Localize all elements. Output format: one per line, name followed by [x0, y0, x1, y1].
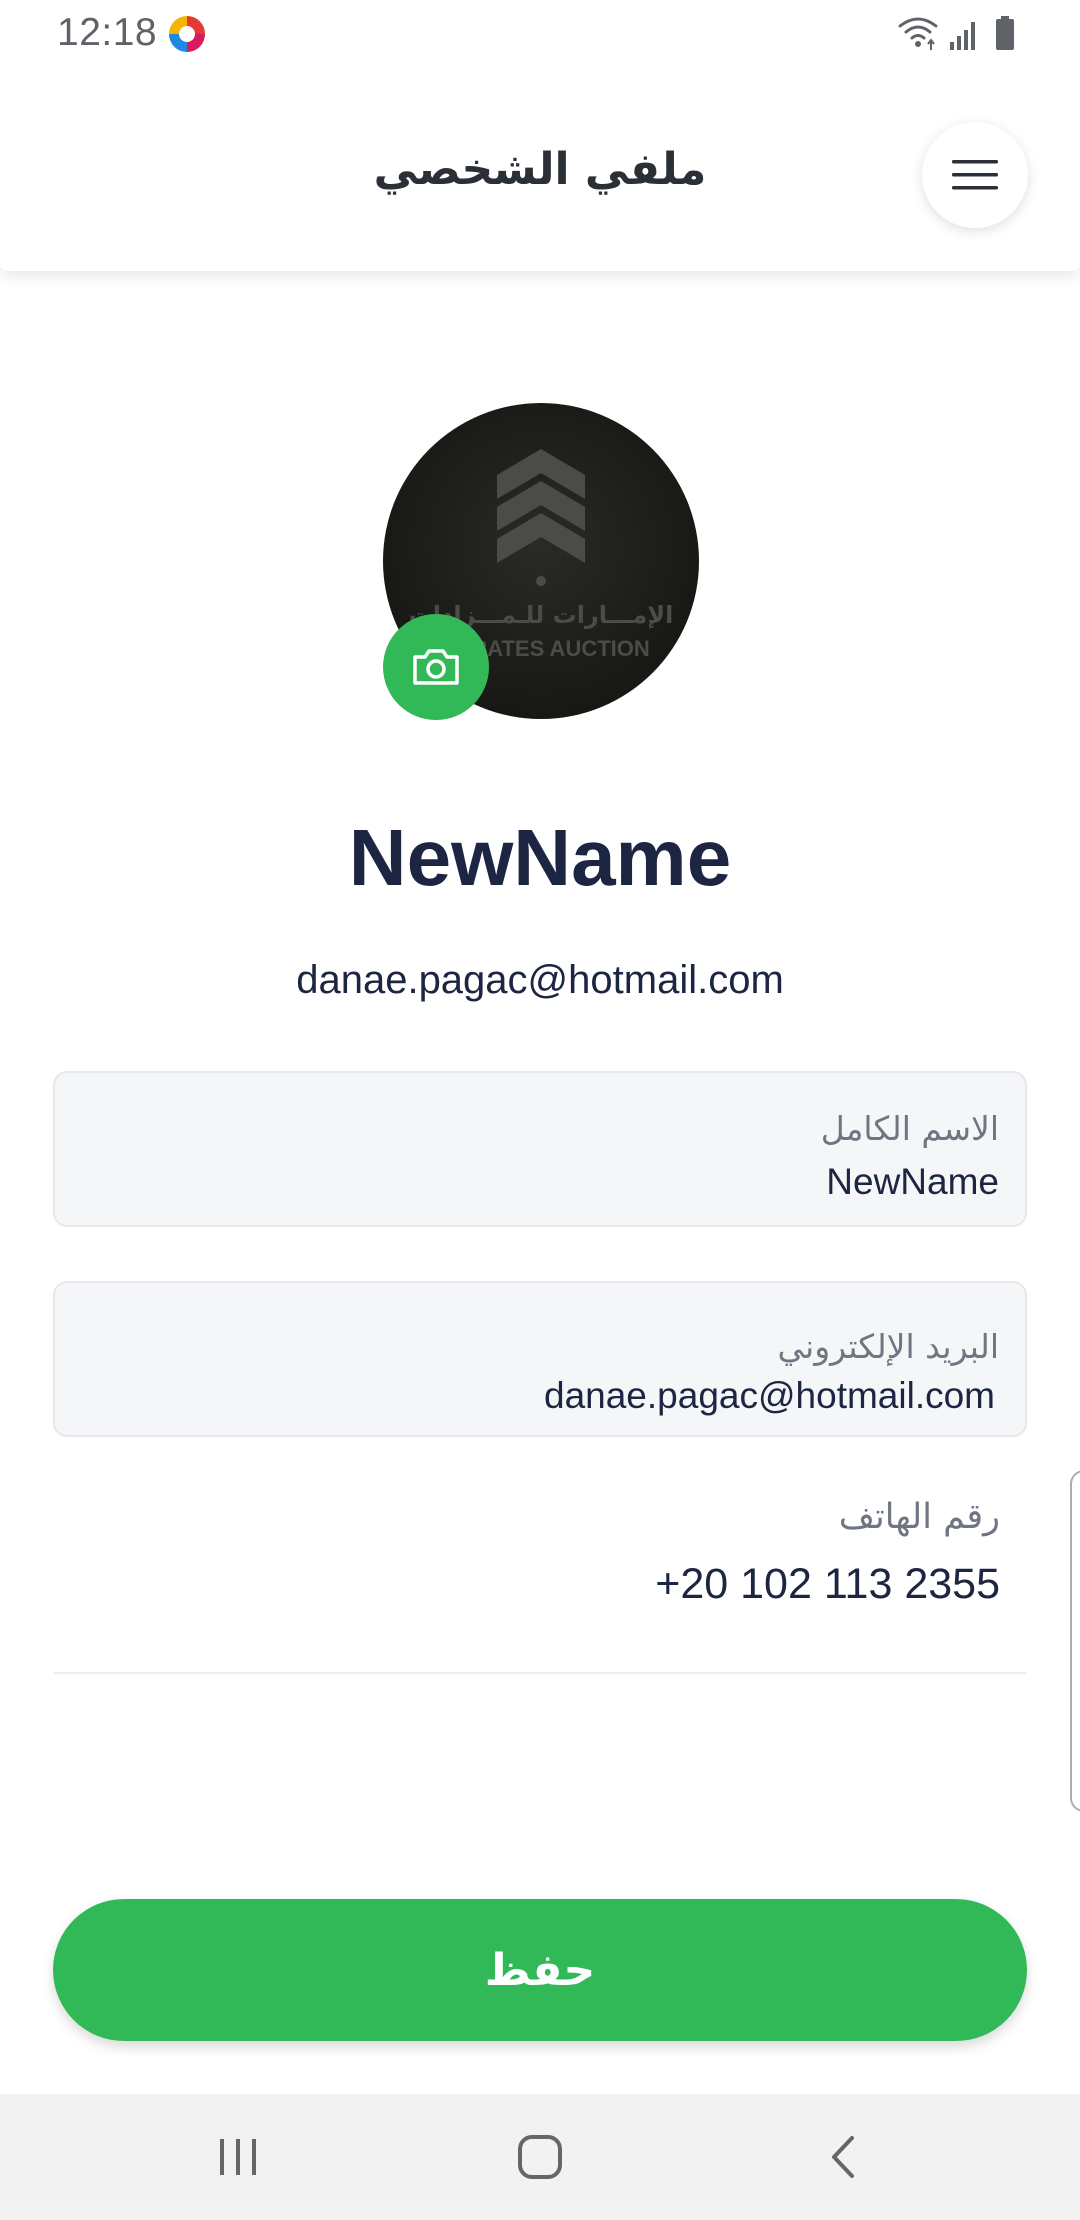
battery-icon	[996, 16, 1014, 50]
home-icon	[518, 2135, 562, 2179]
profile-screen: 12:18 ملفي الشخصي الإمـــارات للـمـــزاد…	[0, 0, 1080, 2220]
edge-panel-handle[interactable]	[1070, 1470, 1080, 1812]
recents-icon	[220, 2139, 256, 2175]
wifi-icon	[898, 17, 938, 40]
phone-input[interactable]: +20 102 113 2355	[655, 1560, 1000, 1609]
app-header: ملفي الشخصي	[0, 66, 1080, 271]
colorful-circle-icon	[169, 16, 205, 52]
page-title: ملفي الشخصي	[373, 144, 707, 195]
menu-button[interactable]	[922, 122, 1028, 228]
email-field[interactable]: البريد الإلكتروني	[53, 1281, 1027, 1437]
hamburger-menu-icon	[952, 160, 998, 190]
back-button[interactable]	[808, 2126, 878, 2188]
email-input[interactable]	[95, 1375, 995, 1417]
change-photo-button[interactable]	[383, 614, 489, 720]
phone-label: رقم الهاتف	[838, 1497, 1000, 1537]
full-name-field[interactable]: الاسم الكامل	[53, 1071, 1027, 1227]
status-bar: 12:18	[0, 0, 1080, 66]
camera-icon	[413, 649, 459, 685]
recents-button[interactable]	[203, 2126, 273, 2188]
full-name-label: الاسم الكامل	[820, 1109, 999, 1148]
status-icons	[898, 16, 1014, 50]
status-time: 12:18	[57, 11, 158, 54]
phone-underline	[53, 1672, 1027, 1674]
full-name-input[interactable]	[99, 1161, 999, 1203]
home-button[interactable]	[505, 2126, 575, 2188]
system-nav-bar	[0, 2094, 1080, 2220]
profile-name: NewName	[348, 813, 732, 902]
save-button[interactable]: حفظ	[53, 1899, 1027, 2041]
email-label: البريد الإلكتروني	[777, 1327, 999, 1366]
back-icon	[832, 2136, 854, 2178]
profile-email: danae.pagac@hotmail.com	[296, 958, 784, 1002]
signal-icon	[950, 22, 975, 50]
